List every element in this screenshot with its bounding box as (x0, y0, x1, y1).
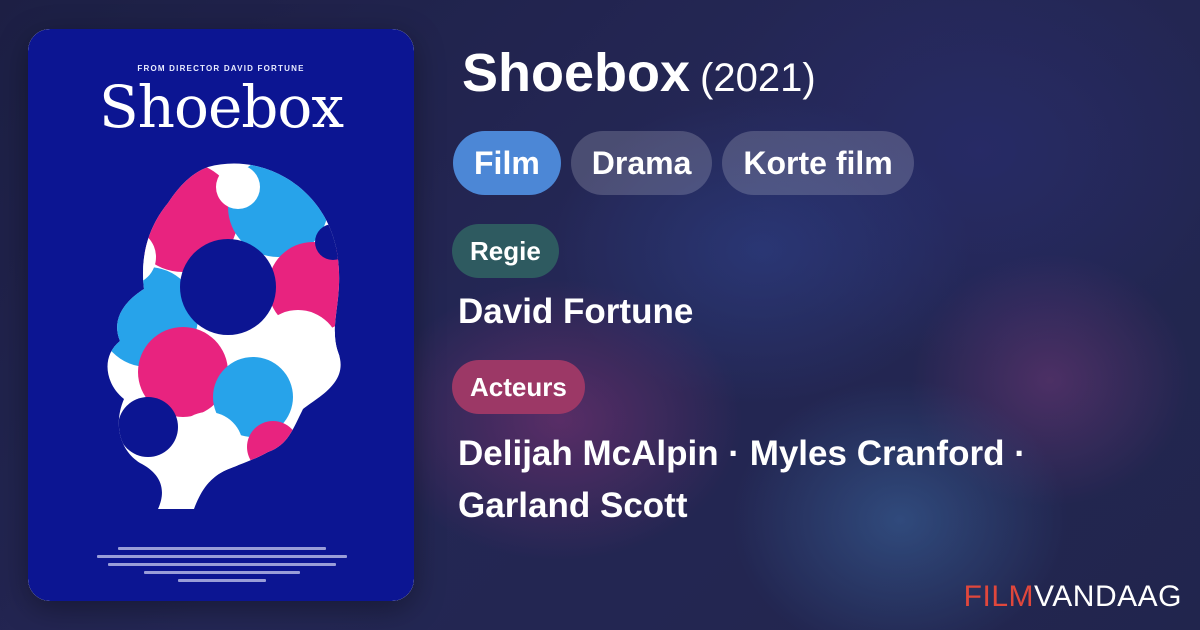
director-label: Regie (452, 224, 559, 278)
poster-silhouette-art (107, 163, 341, 509)
cast-line-2: Garland Scott (458, 486, 688, 525)
cast-list: Delijah McAlpin · Myles Cranford · Garla… (458, 428, 1138, 532)
genre-tag-korte-film[interactable]: Korte film (722, 131, 914, 195)
movie-poster: FROM DIRECTOR DAVID FORTUNE Shoebox (28, 29, 414, 601)
poster-title: Shoebox (98, 73, 344, 141)
movie-year: (2021) (700, 56, 816, 100)
brand-logo: FILMVANDAAG (964, 580, 1182, 614)
movie-title-row: Shoebox (2021) (462, 42, 816, 104)
genre-tag-film[interactable]: Film (453, 131, 561, 195)
movie-title: Shoebox (462, 43, 691, 103)
poster-credit-block (92, 547, 352, 589)
genre-tag-drama[interactable]: Drama (570, 131, 713, 195)
genre-list: Film Drama Korte film (453, 131, 914, 195)
brand-logo-part-1: FILM (963, 580, 1035, 613)
brand-logo-part-2: VANDAAG (1034, 580, 1182, 613)
poster-tagline: FROM DIRECTOR DAVID FORTUNE (137, 64, 305, 73)
cast-label: Acteurs (452, 360, 585, 414)
director-name: David Fortune (458, 292, 694, 331)
poster-card: FROM DIRECTOR DAVID FORTUNE Shoebox (28, 29, 414, 601)
cast-line-1: Delijah McAlpin · Myles Cranford · (458, 434, 1026, 473)
